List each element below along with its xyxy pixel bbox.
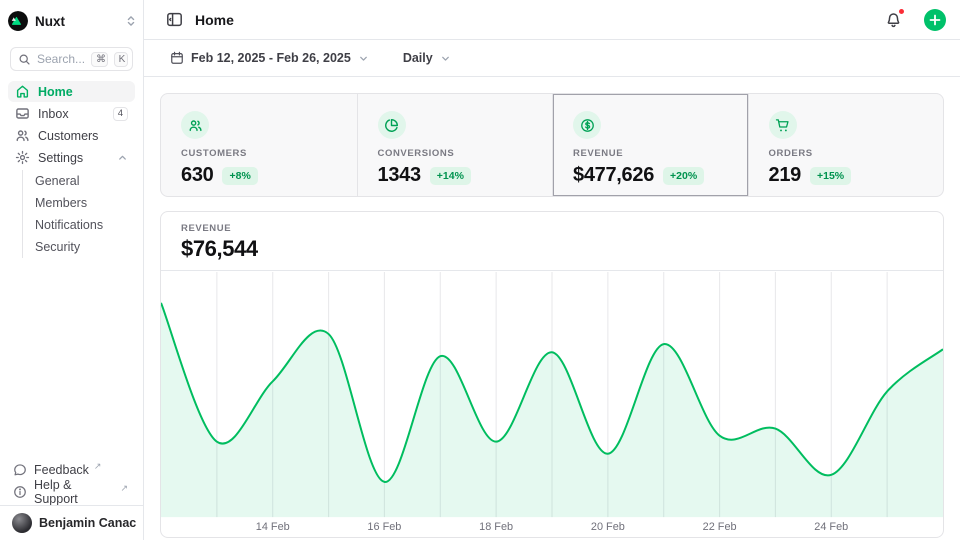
- inbox-count-badge: 4: [113, 107, 128, 121]
- date-range-picker[interactable]: Feb 12, 2025 - Feb 26, 2025: [164, 47, 375, 69]
- x-axis-tick-label: 24 Feb: [814, 521, 848, 533]
- gear-icon: [15, 150, 30, 165]
- main-area: Home Feb 12, 2025 - Feb 26, 2025: [144, 0, 960, 540]
- x-axis-tick-label: 14 Feb: [256, 521, 290, 533]
- stat-conversions[interactable]: CONVERSIONS 1343 +14%: [357, 94, 553, 196]
- stat-value: 219: [769, 164, 801, 187]
- stat-delta-badge: +8%: [222, 167, 257, 185]
- chart-metric-value: $76,544: [181, 236, 943, 262]
- sidebar-item-notifications[interactable]: Notifications: [23, 214, 135, 236]
- x-axis-tick-label: 20 Feb: [591, 521, 625, 533]
- help-support-link[interactable]: Help & Support ↗: [8, 481, 135, 503]
- speech-bubble-icon: [13, 463, 27, 477]
- calendar-icon: [170, 51, 184, 65]
- stats-panel: CUSTOMERS 630 +8% CONVERSIONS 1343 +14%: [160, 93, 944, 197]
- filter-toolbar: Feb 12, 2025 - Feb 26, 2025 Daily: [144, 40, 960, 77]
- revenue-area-chart[interactable]: 14 Feb 16 Feb 18 Feb 20 Feb 22 Feb 24 Feb: [161, 272, 943, 537]
- content: CUSTOMERS 630 +8% CONVERSIONS 1343 +14%: [144, 77, 960, 540]
- settings-submenu: General Members Notifications Security: [22, 170, 135, 258]
- users-icon: [15, 128, 30, 143]
- chevron-down-icon: [358, 53, 369, 64]
- circle-dollar-icon: [573, 111, 601, 139]
- chart-header: REVENUE $76,544: [161, 212, 943, 271]
- search-input[interactable]: Search... ⌘ K: [10, 47, 133, 71]
- user-menu[interactable]: Benjamin Canac: [0, 505, 143, 540]
- stat-customers[interactable]: CUSTOMERS 630 +8%: [161, 94, 357, 196]
- page-title: Home: [195, 12, 873, 28]
- workspace-name: Nuxt: [35, 14, 118, 29]
- kbd-cmd: ⌘: [91, 52, 108, 67]
- sidebar-item-settings[interactable]: Settings: [8, 147, 135, 168]
- sidebar-item-inbox[interactable]: Inbox 4: [8, 103, 135, 124]
- topbar: Home: [144, 0, 960, 40]
- stat-label: CUSTOMERS: [181, 148, 357, 159]
- sidebar-item-label: Settings: [38, 151, 83, 165]
- sidebar-item-general[interactable]: General: [23, 170, 135, 192]
- user-name: Benjamin Canac: [39, 516, 136, 530]
- granularity-select[interactable]: Daily: [397, 47, 457, 69]
- footer-link-label: Help & Support: [34, 478, 115, 506]
- search-icon: [18, 53, 31, 66]
- sidebar-item-label: Home: [38, 85, 73, 99]
- sub-item-label: Notifications: [35, 218, 103, 232]
- stat-orders[interactable]: ORDERS 219 +15%: [748, 94, 944, 196]
- stat-delta-badge: +14%: [430, 167, 471, 185]
- sidebar-item-label: Customers: [38, 129, 98, 143]
- workspace-switcher[interactable]: Nuxt: [8, 8, 137, 34]
- sub-item-label: General: [35, 174, 79, 188]
- sub-item-label: Members: [35, 196, 87, 210]
- unread-dot: [898, 8, 905, 15]
- pie-chart-icon: [378, 111, 406, 139]
- x-axis-tick-label: 16 Feb: [367, 521, 401, 533]
- shopping-cart-icon: [769, 111, 797, 139]
- nuxt-logo-icon: [8, 11, 28, 31]
- chevron-up-down-icon: [125, 15, 137, 27]
- sub-item-label: Security: [35, 240, 80, 254]
- kbd-k: K: [114, 52, 128, 67]
- stat-label: REVENUE: [573, 148, 748, 159]
- collapse-sidebar-button[interactable]: [164, 9, 185, 30]
- stat-value: 630: [181, 164, 213, 187]
- sidebar-item-members[interactable]: Members: [23, 192, 135, 214]
- home-icon: [15, 84, 30, 99]
- dashboard-page: Nuxt Search... ⌘ K Home: [0, 0, 960, 540]
- avatar: [12, 513, 32, 533]
- chevron-down-icon: [440, 53, 451, 64]
- sidebar: Nuxt Search... ⌘ K Home: [0, 0, 144, 540]
- info-circle-icon: [13, 485, 27, 499]
- external-link-icon: ↗: [120, 483, 128, 494]
- footer-link-label: Feedback: [34, 463, 89, 477]
- inbox-icon: [15, 106, 30, 121]
- x-axis-tick-label: 18 Feb: [479, 521, 513, 533]
- granularity-label: Daily: [403, 51, 433, 65]
- stat-label: ORDERS: [769, 148, 944, 159]
- chevron-up-icon: [117, 152, 128, 163]
- revenue-chart-card: REVENUE $76,544 14 Feb 16 Feb 18 Feb 20 Feb…: [160, 211, 944, 538]
- stat-delta-badge: +20%: [663, 167, 704, 185]
- x-axis-tick-label: 22 Feb: [703, 521, 737, 533]
- plus-icon: [929, 14, 941, 26]
- sidebar-item-customers[interactable]: Customers: [8, 125, 135, 146]
- chart-metric-label: REVENUE: [181, 223, 943, 234]
- stat-value: $477,626: [573, 164, 654, 187]
- sidebar-item-home[interactable]: Home: [8, 81, 135, 102]
- sidebar-item-security[interactable]: Security: [23, 236, 135, 258]
- revenue-chart-svg: 14 Feb 16 Feb 18 Feb 20 Feb 22 Feb 24 Feb: [161, 272, 943, 537]
- date-range-label: Feb 12, 2025 - Feb 26, 2025: [191, 51, 351, 65]
- stat-value: 1343: [378, 164, 421, 187]
- users-circle-icon: [181, 111, 209, 139]
- stat-label: CONVERSIONS: [378, 148, 553, 159]
- search-placeholder: Search...: [37, 52, 85, 66]
- sidebar-item-label: Inbox: [38, 107, 69, 121]
- external-link-icon: ↗: [94, 461, 102, 472]
- sidebar-nav: Home Inbox 4 Customers Sett: [8, 81, 135, 258]
- stat-delta-badge: +15%: [810, 167, 851, 185]
- stat-revenue[interactable]: REVENUE $477,626 +20%: [552, 94, 748, 196]
- sidebar-footer: Feedback ↗ Help & Support ↗: [8, 459, 135, 503]
- add-button[interactable]: [924, 9, 946, 31]
